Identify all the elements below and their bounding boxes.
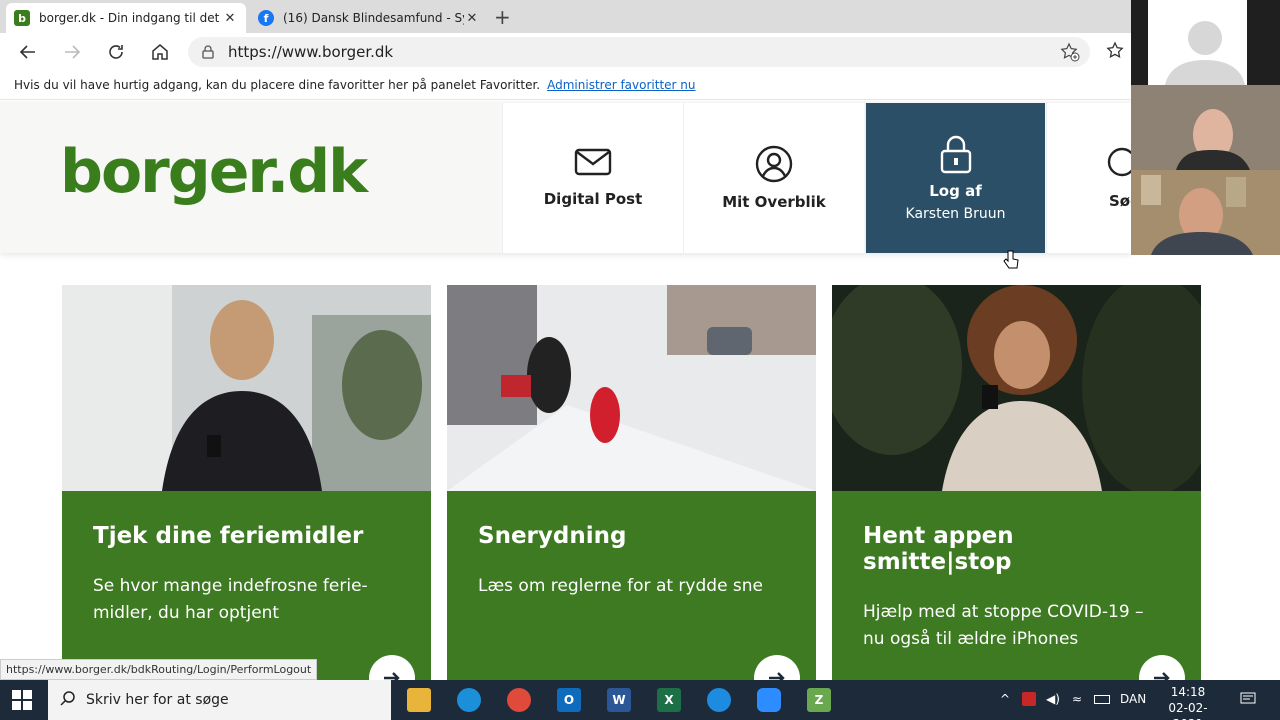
- favorites-bar: Hvis du vil have hurtig adgang, kan du p…: [0, 70, 1131, 100]
- wifi-icon[interactable]: ≈: [1072, 692, 1082, 706]
- chrome-icon[interactable]: [507, 688, 531, 712]
- nav-label: Søg: [1109, 192, 1131, 210]
- tab-title: borger.dk - Din indgang til det offentli…: [39, 11, 222, 25]
- excel-icon[interactable]: X: [657, 688, 681, 712]
- card-title: Tjek dine feriemidler: [93, 523, 364, 549]
- facebook-favicon-icon: f: [258, 10, 274, 26]
- woman-phone-photo: [62, 285, 431, 491]
- close-tab-icon[interactable]: ✕: [222, 11, 238, 26]
- language-indicator[interactable]: DAN: [1120, 692, 1146, 706]
- hand-cursor-icon: [1003, 250, 1019, 274]
- snow-street-photo: [447, 285, 816, 491]
- clock-date: 02-02-2021: [1168, 701, 1208, 720]
- new-tab-icon[interactable]: +: [494, 5, 511, 29]
- video-participant-placeholder: [1131, 0, 1280, 85]
- tab-blindesamfund[interactable]: f (16) Dansk Blindesamfund - Syns ✕: [250, 3, 488, 33]
- browser-tab-bar: b borger.dk - Din indgang til det offent…: [0, 0, 1131, 33]
- user-name: Karsten Bruun: [905, 206, 1006, 222]
- windows-taskbar: Skriv her for at søge O W X Z ^ ◀) ≈ DAN…: [0, 680, 1280, 720]
- word-icon[interactable]: W: [607, 688, 631, 712]
- site-header: borger.dk Digital Post Mit Overblik Log …: [0, 101, 1131, 253]
- card-body: Tjek dine feriemidler Se hvor mange inde…: [62, 491, 431, 701]
- zoom-icon[interactable]: [757, 688, 781, 712]
- nav-label: Log af: [929, 182, 982, 200]
- volume-icon[interactable]: ◀): [1046, 692, 1060, 706]
- notifications-icon[interactable]: [1240, 692, 1256, 709]
- card-body: Snerydning Læs om reglerne for at rydde …: [447, 491, 816, 701]
- card-description: Læs om reglerne for at rydde sne: [478, 576, 764, 596]
- card-body: Hent appen smitte|stop Hjælp med at stop…: [832, 491, 1201, 701]
- refresh-icon[interactable]: [105, 41, 127, 63]
- home-icon[interactable]: [149, 41, 171, 63]
- clock-time: 14:18: [1170, 685, 1206, 699]
- nav-digital-post[interactable]: Digital Post: [502, 103, 683, 253]
- card-feriemidler[interactable]: Tjek dine feriemidler Se hvor mange inde…: [62, 285, 431, 701]
- tab-title: (16) Dansk Blindesamfund - Syns: [283, 11, 464, 25]
- nav-mit-overblik[interactable]: Mit Overblik: [683, 103, 864, 253]
- video-participant-feed: [1131, 85, 1280, 255]
- teamviewer-icon[interactable]: [707, 688, 731, 712]
- borger-favicon-icon: b: [14, 10, 30, 26]
- add-favorite-icon[interactable]: [1060, 42, 1080, 66]
- borger-logo[interactable]: borger.dk: [60, 137, 368, 207]
- address-bar[interactable]: https://www.borger.dk: [188, 37, 1090, 67]
- card-title: Hent appen smitte|stop: [863, 523, 1014, 575]
- card-title: Snerydning: [478, 523, 627, 549]
- lock-icon[interactable]: [202, 45, 214, 59]
- card-description: Se hvor mange indefrosne ferie-midler, d…: [93, 576, 368, 623]
- nav-label: Mit Overblik: [722, 193, 826, 211]
- user-circle-icon: [755, 145, 793, 187]
- screen: b borger.dk - Din indgang til det offent…: [0, 0, 1280, 720]
- battery-icon[interactable]: [1094, 695, 1110, 704]
- favorites-icon[interactable]: [1106, 41, 1126, 65]
- manage-favorites-link[interactable]: Administrer favoritter nu: [547, 78, 695, 92]
- nav-log-af[interactable]: Log af Karsten Bruun: [865, 103, 1045, 253]
- card-description: Hjælp med at stoppe COVID-19 – nu også t…: [863, 602, 1144, 649]
- favorites-bar-text: Hvis du vil have hurtig adgang, kan du p…: [14, 77, 541, 92]
- tab-borger[interactable]: b borger.dk - Din indgang til det offent…: [6, 3, 246, 33]
- search-icon: [1106, 146, 1131, 182]
- taskbar-clock[interactable]: 14:18 02-02-2021: [1156, 684, 1220, 720]
- nav-search[interactable]: Søg: [1046, 103, 1131, 253]
- outlook-icon[interactable]: O: [557, 688, 581, 712]
- forward-icon[interactable]: [61, 41, 83, 63]
- security-tray-icon[interactable]: [1022, 692, 1036, 706]
- chevron-up-icon[interactable]: ^: [1000, 692, 1010, 706]
- lock-icon: [939, 134, 973, 178]
- woman-curly-hair-photo: [822, 275, 1222, 495]
- edge-icon[interactable]: [457, 688, 481, 712]
- card-smittestop[interactable]: Hent appen smitte|stop Hjælp med at stop…: [822, 275, 1222, 701]
- back-icon[interactable]: [17, 41, 39, 63]
- file-explorer-icon[interactable]: [407, 688, 431, 712]
- browser-toolbar: https://www.borger.dk: [0, 33, 1131, 70]
- search-icon: [60, 690, 76, 710]
- search-placeholder: Skriv her for at søge: [86, 692, 229, 708]
- zoomtext-icon[interactable]: Z: [807, 688, 831, 712]
- status-bar-url: https://www.borger.dk/bdkRouting/Login/P…: [0, 659, 318, 680]
- url-text: https://www.borger.dk: [228, 43, 394, 61]
- taskbar-search[interactable]: Skriv her for at søge: [48, 680, 391, 720]
- windows-start-icon[interactable]: [12, 690, 32, 714]
- nav-label: Digital Post: [543, 190, 643, 208]
- card-snerydning[interactable]: Snerydning Læs om reglerne for at rydde …: [447, 285, 816, 701]
- envelope-icon: [574, 148, 612, 180]
- close-tab-icon[interactable]: ✕: [464, 11, 480, 26]
